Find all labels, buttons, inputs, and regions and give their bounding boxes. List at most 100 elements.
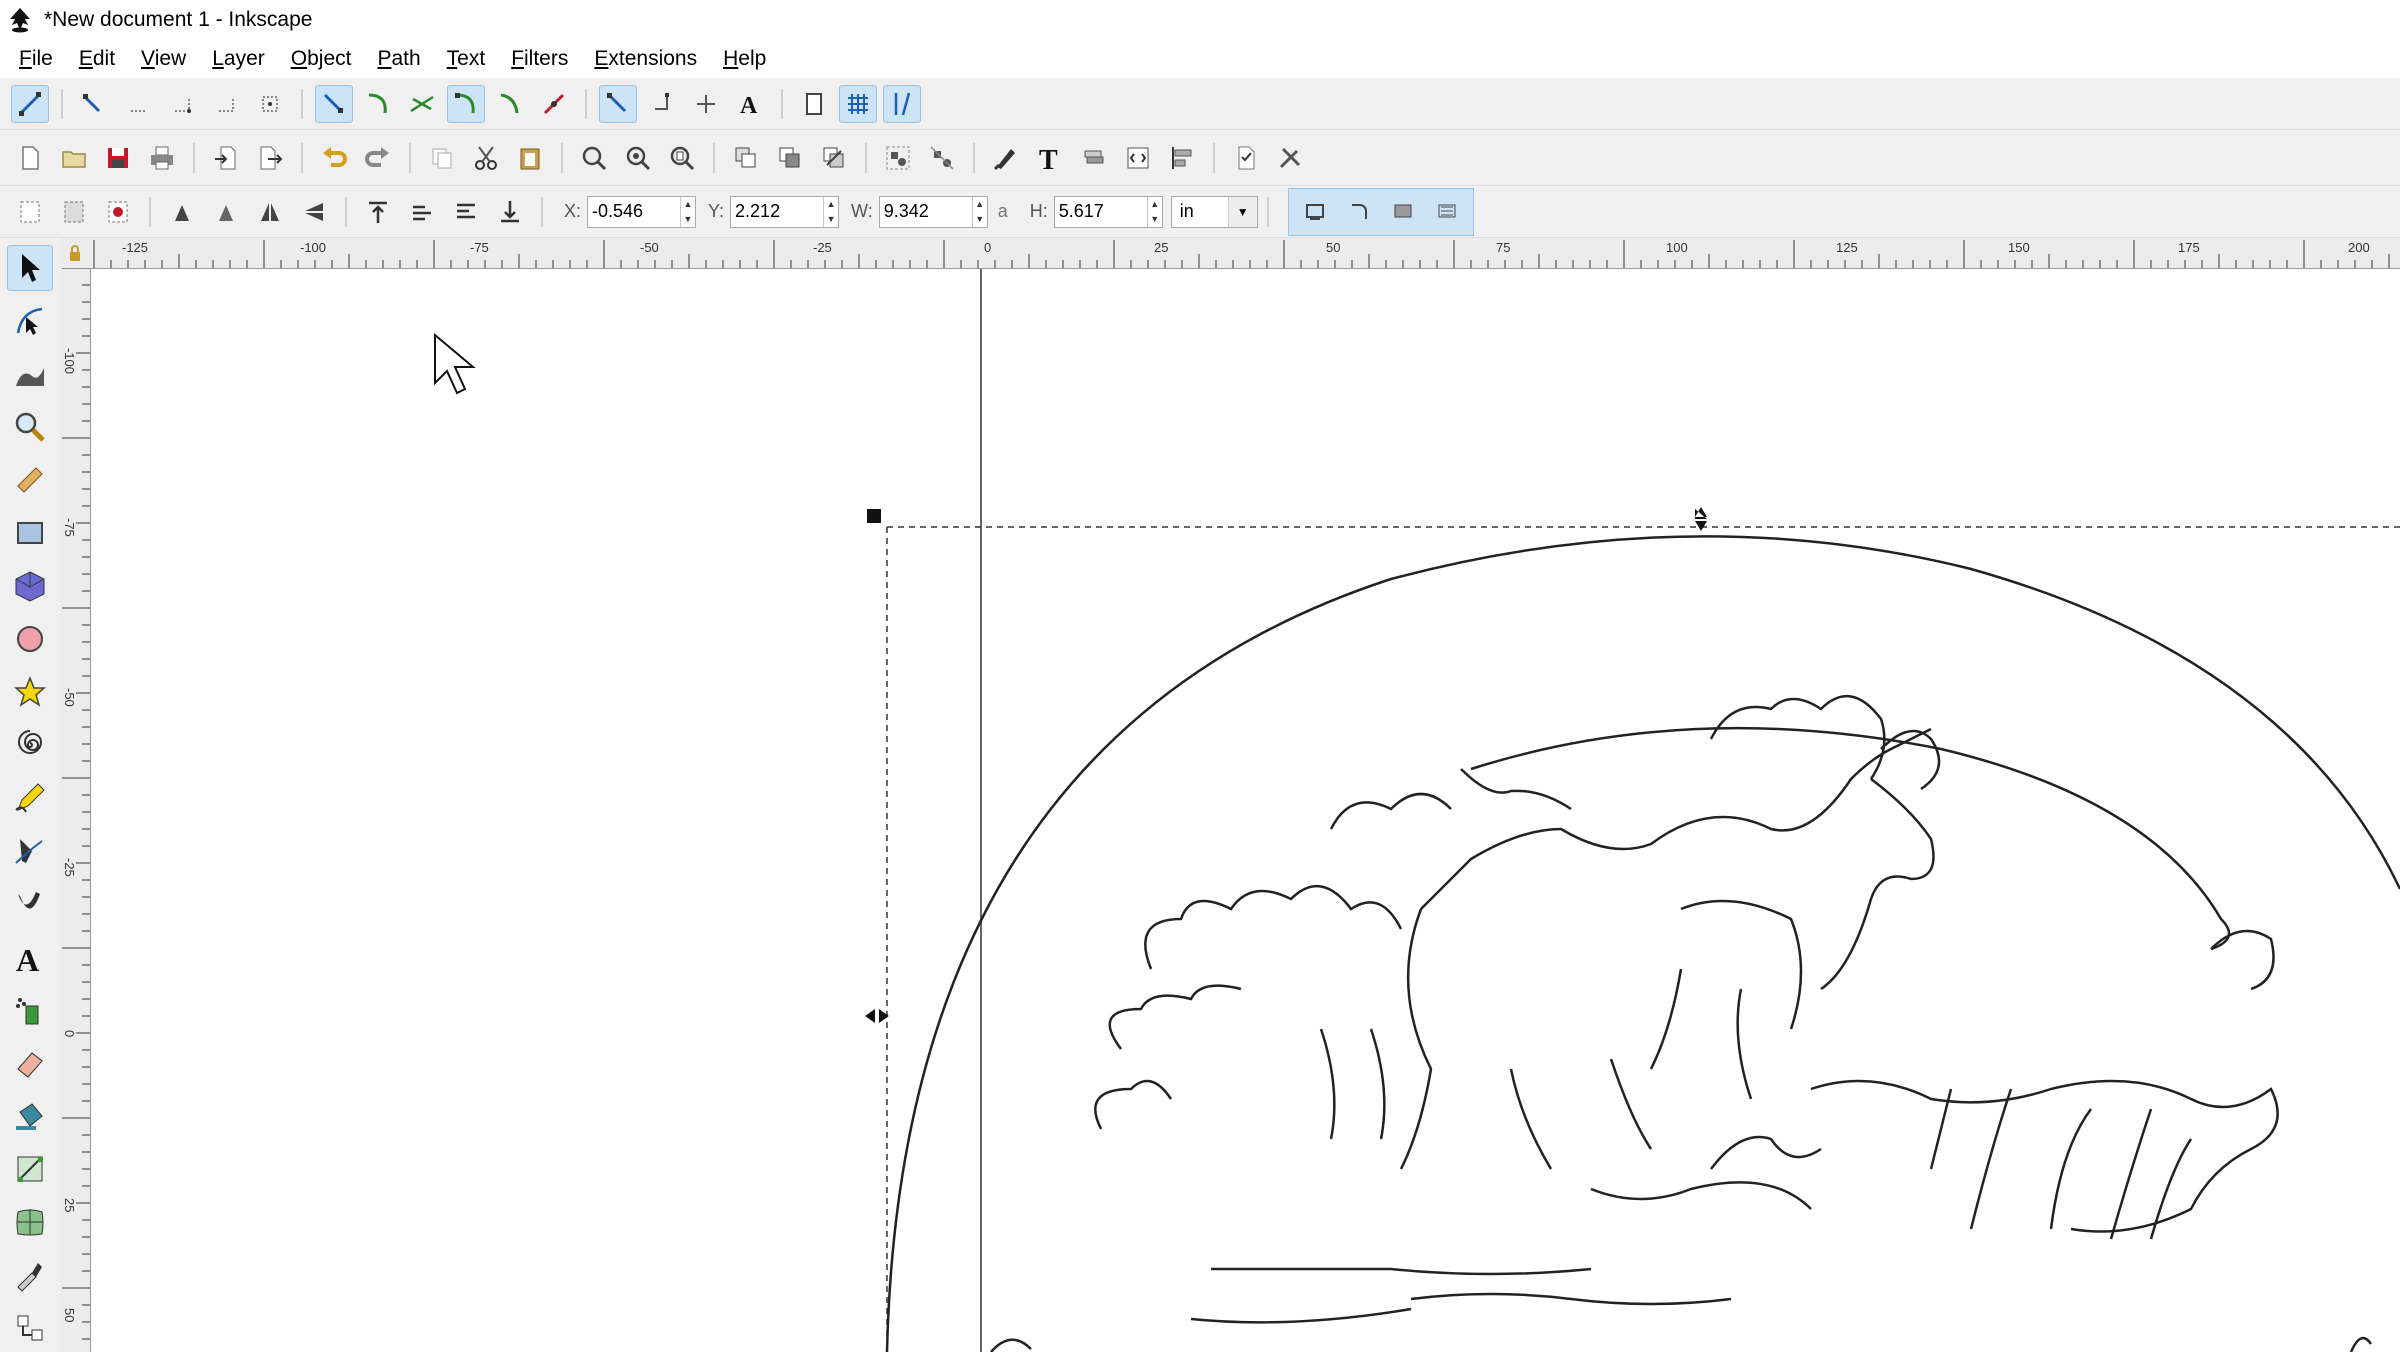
open-icon[interactable] — [55, 139, 93, 177]
spiral-tool-icon[interactable] — [7, 722, 53, 768]
snap-paths-icon[interactable] — [359, 85, 397, 123]
select-all-icon[interactable] — [11, 193, 49, 231]
menu-view[interactable]: View — [137, 45, 190, 73]
measure-tool-icon[interactable] — [7, 457, 53, 503]
snap-toggle-icon[interactable] — [11, 84, 49, 123]
redo-icon[interactable] — [359, 139, 397, 177]
x-field[interactable]: ▲▼ — [587, 195, 697, 228]
zoom-drawing-icon[interactable] — [619, 139, 657, 177]
rotate-cw-icon[interactable] — [207, 193, 245, 231]
duplicate-icon[interactable] — [727, 139, 765, 177]
spray-tool-icon[interactable] — [7, 987, 53, 1033]
flip-horizontal-icon[interactable] — [251, 193, 289, 231]
preferences-icon[interactable] — [1271, 139, 1309, 177]
menu-text[interactable]: Text — [443, 45, 490, 73]
calligraphy-tool-icon[interactable] — [7, 881, 53, 927]
group-icon[interactable] — [879, 139, 917, 177]
menu-extensions[interactable]: Extensions — [590, 45, 701, 73]
snap-intersections-icon[interactable] — [403, 85, 441, 123]
cut-icon[interactable] — [467, 139, 505, 177]
scale-stroke-icon[interactable] — [1296, 193, 1334, 231]
scale-corners-icon[interactable] — [1340, 193, 1378, 231]
select-all-layers-icon[interactable] — [55, 193, 93, 231]
zoom-tool-icon[interactable] — [7, 404, 53, 450]
h-field[interactable]: ▲▼ — [1053, 195, 1163, 228]
paste-icon[interactable] — [511, 139, 549, 177]
flip-vertical-icon[interactable] — [295, 193, 333, 231]
node-tool-icon[interactable] — [7, 298, 53, 344]
snap-bbox-icon[interactable] — [75, 85, 113, 123]
layers-icon[interactable] — [1075, 139, 1113, 177]
snap-nodes-icon[interactable] — [315, 84, 353, 123]
selector-tool-icon[interactable] — [7, 245, 53, 291]
snap-smooth-nodes-icon[interactable] — [491, 85, 529, 123]
text-font-icon[interactable]: T — [1031, 139, 1069, 177]
x-input[interactable] — [588, 197, 681, 226]
y-input[interactable] — [731, 197, 824, 226]
align-distribute-icon[interactable] — [1163, 139, 1201, 177]
print-icon[interactable] — [143, 139, 181, 177]
import-icon[interactable] — [207, 139, 245, 177]
raise-icon[interactable] — [403, 193, 441, 231]
zoom-page-icon[interactable] — [663, 139, 701, 177]
connector-tool-icon[interactable] — [7, 1305, 53, 1351]
unit-dropdown[interactable]: in ▼ — [1170, 195, 1258, 228]
y-spin-arrows[interactable]: ▲ ▼ — [823, 196, 838, 227]
copy-icon[interactable] — [423, 139, 461, 177]
snap-text-baseline-icon[interactable]: A — [731, 85, 769, 123]
pen-tool-icon[interactable] — [7, 828, 53, 874]
pencil-tool-icon[interactable] — [7, 775, 53, 821]
undo-icon[interactable] — [315, 139, 353, 177]
menu-help[interactable]: Help — [719, 45, 770, 73]
snap-bbox-corner-icon[interactable] — [163, 85, 201, 123]
zoom-selection-icon[interactable] — [575, 139, 613, 177]
document-properties-icon[interactable] — [1227, 139, 1265, 177]
h-spin-arrows[interactable]: ▲ ▼ — [1146, 196, 1162, 227]
eraser-tool-icon[interactable] — [7, 1040, 53, 1086]
snap-rotation-center-icon[interactable] — [687, 85, 725, 123]
text-tool-icon[interactable]: A — [7, 934, 53, 980]
rotate-ccw-icon[interactable] — [163, 193, 201, 231]
transform-patterns-icon[interactable] — [1428, 193, 1466, 231]
snap-bbox-center-icon[interactable] — [251, 85, 289, 123]
menu-filters[interactable]: Filters — [507, 45, 572, 73]
clone-icon[interactable] — [771, 139, 809, 177]
vertical-ruler[interactable]: -100 -75 -50 -25 0 25 50 — [60, 268, 91, 1352]
paint-bucket-tool-icon[interactable] — [7, 1093, 53, 1139]
deselect-icon[interactable] — [99, 193, 137, 231]
export-icon[interactable] — [251, 139, 289, 177]
h-input[interactable] — [1054, 197, 1147, 226]
w-input[interactable] — [879, 197, 972, 226]
snap-bbox-edge-icon[interactable] — [119, 85, 157, 123]
lower-icon[interactable] — [447, 193, 485, 231]
horizontal-ruler[interactable]: -125 -100 -75 -50 -25 0 25 50 75 100 125… — [90, 238, 2400, 269]
transform-gradients-icon[interactable] — [1384, 193, 1422, 231]
w-spin-arrows[interactable]: ▲ ▼ — [971, 196, 987, 227]
rect-tool-icon[interactable] — [7, 510, 53, 556]
save-icon[interactable] — [99, 139, 137, 177]
snap-page-border-icon[interactable] — [795, 85, 833, 123]
dropper-tool-icon[interactable] — [7, 1252, 53, 1298]
lower-to-bottom-icon[interactable] — [491, 193, 529, 231]
lock-ratio-toggle[interactable]: a — [998, 201, 1008, 222]
menu-layer[interactable]: Layer — [208, 45, 269, 73]
snap-bbox-midpoint-icon[interactable] — [207, 85, 245, 123]
3dbox-tool-icon[interactable] — [7, 563, 53, 609]
ellipse-tool-icon[interactable] — [7, 616, 53, 662]
tweak-tool-icon[interactable] — [7, 351, 53, 397]
fill-stroke-icon[interactable] — [987, 139, 1025, 177]
raise-to-top-icon[interactable] — [359, 193, 397, 231]
w-field[interactable]: ▲▼ — [878, 195, 988, 228]
x-spin-arrows[interactable]: ▲ ▼ — [680, 196, 695, 227]
snap-line-midpoints-icon[interactable] — [535, 85, 573, 123]
y-field[interactable]: ▲▼ — [730, 195, 840, 228]
menu-edit[interactable]: Edit — [75, 45, 119, 73]
snap-others-icon[interactable] — [599, 84, 637, 123]
chevron-down-icon[interactable]: ▼ — [1227, 196, 1257, 227]
new-document-icon[interactable] — [11, 139, 49, 177]
unlink-clone-icon[interactable] — [815, 139, 853, 177]
snap-grids-icon[interactable] — [839, 84, 877, 123]
gradient-tool-icon[interactable] — [7, 1146, 53, 1192]
mesh-tool-icon[interactable] — [7, 1199, 53, 1245]
snap-cusp-nodes-icon[interactable] — [447, 84, 485, 123]
